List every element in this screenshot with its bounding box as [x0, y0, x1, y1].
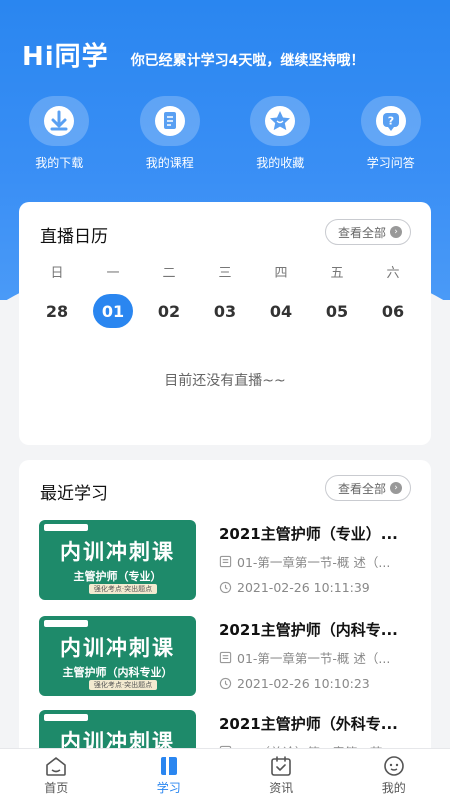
weekday-row: 日 一 二 三 四 五 六 — [29, 262, 421, 281]
profile-icon — [383, 756, 404, 776]
course-lesson: 01-第一章第一节-概 述（... — [219, 552, 415, 571]
date-cell[interactable]: 03 — [197, 294, 253, 328]
lesson-text: 01-第一章第一节-概 述（... — [237, 651, 391, 666]
tab-profile[interactable]: 我的 — [338, 749, 450, 800]
study-streak-message: 你已经累计学习4天啦，继续坚持哦！ — [130, 53, 365, 69]
lesson-icon — [219, 555, 232, 568]
course-lesson: 01-第一章第一节-概 述（... — [219, 648, 415, 667]
greeting-title: Hi同学 — [22, 42, 109, 72]
star-icon — [250, 96, 311, 146]
quick-link-label: 我的收藏 — [256, 156, 305, 170]
quick-link-favorites[interactable]: 我的收藏 — [230, 96, 330, 171]
tab-label: 首页 — [44, 781, 69, 795]
quick-link-qa[interactable]: ? 学习问答 — [341, 96, 441, 171]
quick-links: 我的下载 我的课程 我的收藏 ? 学习问答 — [0, 96, 450, 171]
chevron-right-icon: › — [390, 226, 402, 238]
brand-logo — [44, 714, 88, 721]
thumbnail-title: 内训冲刺课 — [60, 539, 175, 564]
quick-link-courses[interactable]: 我的课程 — [120, 96, 220, 171]
question-icon: ? — [360, 96, 421, 146]
date-cell[interactable]: 28 — [29, 294, 85, 328]
news-icon — [271, 756, 292, 776]
weekday-label: 三 — [218, 266, 232, 281]
recent-study-title: 最近学习 — [40, 484, 108, 504]
tab-news[interactable]: 资讯 — [225, 749, 338, 800]
date-number: 03 — [213, 301, 237, 321]
brand-logo — [44, 524, 88, 531]
tab-label: 我的 — [381, 781, 406, 795]
bottom-tab-bar: 首页 学习 资讯 我的 — [0, 748, 450, 800]
svg-text:?: ? — [388, 115, 394, 128]
thumbnail-tag: 强化考点·突出题点 — [89, 680, 157, 690]
live-calendar-title: 直播日历 — [40, 227, 108, 247]
recent-view-all-button[interactable]: 查看全部 › — [324, 475, 411, 501]
chevron-right-icon: › — [390, 482, 402, 494]
weekday-label: 四 — [274, 266, 288, 281]
view-all-label: 查看全部 — [337, 481, 386, 496]
document-icon — [139, 96, 200, 146]
lesson-text: 01-第一章第一节-概 述（... — [237, 555, 391, 570]
date-cell-selected[interactable]: 01 — [85, 294, 141, 328]
course-title: 2021主管护师（外科专... — [219, 715, 398, 733]
date-number: 05 — [325, 301, 349, 321]
thumbnail-tag: 强化考点·突出题点 — [89, 584, 157, 594]
weekday-label: 二 — [162, 266, 176, 281]
live-calendar-card: 直播日历 查看全部 › 日 一 二 三 四 五 六 28 01 02 03 04… — [19, 202, 431, 445]
no-live-message: 目前还没有直播~~ — [164, 373, 286, 389]
brand-logo — [44, 620, 88, 627]
course-item[interactable]: 内训冲刺课 主管护师（内科专业） 强化考点·突出题点 2021主管护师（内科专.… — [39, 616, 411, 696]
time-text: 2021-02-26 10:11:39 — [237, 580, 370, 595]
thumbnail-subtitle: 主管护师（专业） — [73, 570, 162, 583]
course-title: 2021主管护师（专业）... — [219, 525, 398, 543]
date-cell[interactable]: 05 — [309, 294, 365, 328]
date-cell[interactable]: 02 — [141, 294, 197, 328]
course-thumbnail: 内训冲刺课 主管护师（内科专业） 强化考点·突出题点 — [39, 616, 196, 696]
course-title: 2021主管护师（内科专... — [219, 621, 398, 639]
clock-icon — [219, 677, 232, 690]
quick-link-label: 学习问答 — [366, 156, 415, 170]
date-row: 28 01 02 03 04 05 06 — [29, 294, 421, 328]
date-number: 01 — [93, 294, 133, 328]
tab-home[interactable]: 首页 — [0, 749, 113, 800]
greeting-area: Hi同学 你已经累计学习4天啦，继续坚持哦！ — [22, 36, 364, 73]
thumbnail-title: 内训冲刺课 — [60, 635, 175, 660]
date-number: 02 — [157, 301, 181, 321]
course-time: 2021-02-26 10:11:39 — [219, 580, 415, 595]
date-number: 04 — [269, 301, 293, 321]
time-text: 2021-02-26 10:10:23 — [237, 676, 370, 691]
tab-study[interactable]: 学习 — [113, 749, 226, 800]
home-icon — [46, 757, 67, 776]
weekday-label: 一 — [106, 266, 120, 281]
thumbnail-subtitle: 主管护师（内科专业） — [62, 666, 173, 679]
course-time: 2021-02-26 10:10:23 — [219, 676, 415, 691]
live-calendar-view-all-button[interactable]: 查看全部 › — [324, 219, 411, 245]
lesson-icon — [219, 651, 232, 664]
weekday-label: 六 — [386, 266, 400, 281]
date-number: 28 — [45, 301, 69, 321]
date-cell[interactable]: 04 — [253, 294, 309, 328]
weekday-label: 五 — [330, 266, 344, 281]
date-cell[interactable]: 06 — [365, 294, 421, 328]
study-icon — [160, 757, 177, 775]
tab-label: 资讯 — [269, 781, 294, 795]
quick-link-label: 我的课程 — [145, 156, 194, 170]
quick-link-downloads[interactable]: 我的下载 — [9, 96, 109, 171]
clock-icon — [219, 581, 232, 594]
course-item[interactable]: 内训冲刺课 主管护师（专业） 强化考点·突出题点 2021主管护师（专业）...… — [39, 520, 411, 600]
quick-link-label: 我的下载 — [35, 156, 84, 170]
tab-label: 学习 — [156, 781, 181, 795]
view-all-label: 查看全部 — [337, 225, 386, 240]
download-icon — [29, 96, 90, 146]
date-number: 06 — [381, 301, 405, 321]
weekday-label: 日 — [50, 266, 64, 281]
course-thumbnail: 内训冲刺课 主管护师（专业） 强化考点·突出题点 — [39, 520, 196, 600]
recent-study-card: 最近学习 查看全部 › 内训冲刺课 主管护师（专业） 强化考点·突出题点 202… — [19, 460, 431, 790]
